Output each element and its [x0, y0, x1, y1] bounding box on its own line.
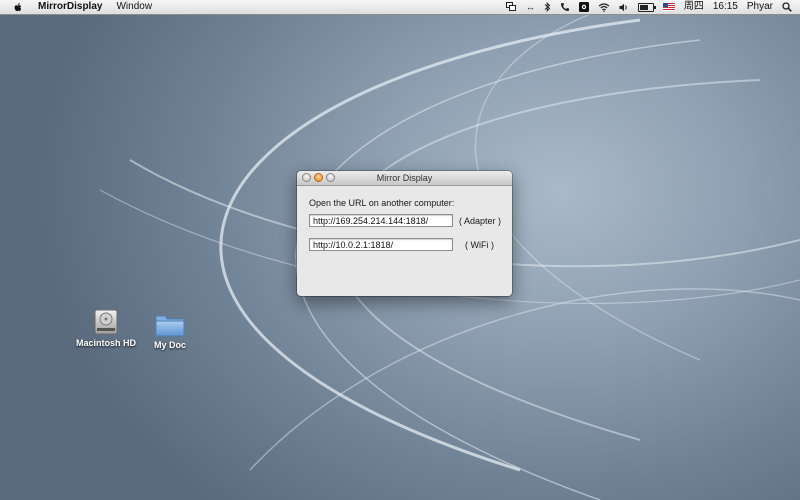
desktop-icon-label: My Doc: [153, 340, 186, 350]
window-title: Mirror Display: [376, 173, 433, 183]
desktop-icon-macintosh-hd[interactable]: Macintosh HD: [71, 308, 141, 348]
sync-arrows-icon[interactable]: ↔: [526, 0, 535, 14]
desktop-icon-my-doc[interactable]: My Doc: [135, 312, 205, 350]
desktop: MirrorDisplay Window ↔ 周四 16:15 Phyar Mi…: [0, 0, 800, 500]
folder-icon: [155, 315, 185, 337]
window-menu[interactable]: Window: [116, 0, 152, 14]
spotlight-search-icon[interactable]: [782, 0, 792, 14]
status-menus: ↔ 周四 16:15 Phyar: [505, 0, 792, 14]
flower-status-icon[interactable]: [578, 0, 589, 14]
wifi-icon[interactable]: [598, 0, 610, 14]
hard-drive-icon: [94, 309, 118, 335]
adapter-url-field[interactable]: http://169.254.214.144:1818/: [309, 214, 453, 227]
clock-weekday[interactable]: 周四: [684, 0, 704, 14]
mirror-display-window: Mirror Display Open the URL on another c…: [297, 171, 512, 296]
apple-menu-icon[interactable]: [12, 1, 24, 13]
user-menu[interactable]: Phyar: [747, 0, 773, 14]
display-mirror-icon[interactable]: [505, 0, 517, 14]
clock-time[interactable]: 16:15: [713, 0, 738, 14]
desktop-icon-label: Macintosh HD: [75, 338, 136, 348]
window-titlebar[interactable]: Mirror Display: [297, 171, 512, 186]
volume-icon[interactable]: [619, 0, 629, 14]
menu-bar: MirrorDisplay Window ↔ 周四 16:15 Phyar: [0, 0, 800, 15]
phone-icon[interactable]: [560, 0, 570, 14]
app-menu[interactable]: MirrorDisplay: [38, 0, 102, 14]
battery-icon[interactable]: [637, 0, 656, 14]
wifi-url-field[interactable]: http://10.0.2.1:1818/: [309, 238, 453, 251]
adapter-label: ( Adapter ): [459, 216, 502, 226]
instruction-text: Open the URL on another computer:: [309, 198, 455, 208]
us-flag-input-icon[interactable]: [662, 0, 675, 14]
bluetooth-icon[interactable]: [544, 0, 551, 14]
wifi-label: ( WiFi ): [465, 240, 494, 250]
